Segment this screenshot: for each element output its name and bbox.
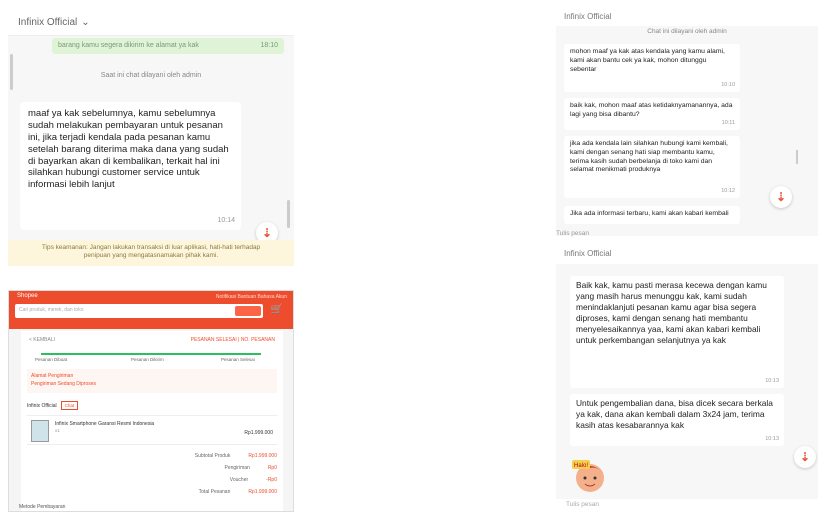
scrollbar[interactable] [796, 150, 798, 164]
top-navbar: Shopee Notifikasi Bantuan Bahasa Akun Ca… [9, 291, 293, 329]
chat-message-text: baik kak, mohon maaf atas ketidaknyamana… [570, 102, 733, 118]
summary-value: Rp1.999.000 [248, 489, 277, 495]
shop-name[interactable]: Infinix Official [27, 403, 57, 409]
back-link[interactable]: < KEMBALI [29, 337, 55, 343]
scroll-down-icon[interactable]: ⇣ [770, 186, 792, 208]
message-input[interactable]: Tulis pesan [556, 499, 818, 513]
chat-message-time: 10:13 [765, 377, 779, 384]
chat-message-text: Untuk pengembalian dana, bisa dicek seca… [576, 398, 773, 430]
order-progress-fill [41, 353, 261, 355]
chat-message: mohon maaf ya kak atas kendala yang kamu… [564, 44, 740, 92]
chat-button[interactable]: Chat [60, 401, 79, 410]
product-row[interactable]: Infinix Smartphone Garansi Resmi Indones… [27, 415, 277, 445]
chat-message-text: Jika ada informasi terbaru, kami akan ka… [570, 210, 729, 217]
payment-method-footer: Metode Pembayaran [19, 504, 66, 510]
progress-step: Pesanan Dibuat [35, 357, 68, 362]
order-progress-bar [41, 353, 261, 355]
summary-value: Rp1.999.000 [248, 453, 277, 459]
chat-message-time: 10:11 [721, 119, 735, 126]
chat-message: Baik kak, kamu pasti merasa kecewa denga… [570, 276, 784, 388]
order-card: < KEMBALI PESANAN SELESAI | NO. PESANAN … [21, 331, 283, 511]
summary-label: Subtotal Produk [194, 453, 231, 459]
product-quantity: x1 [55, 428, 60, 433]
chat-message: maaf ya kak sebelumnya, kamu sebelumnya … [20, 102, 241, 230]
address-text: Pengiriman Sedang Diproses [31, 380, 97, 387]
chat-message-time: 10:13 [765, 435, 779, 442]
chat-message-time: 10:14 [217, 217, 235, 225]
chat-message-text: mohon maaf ya kak atas kendala yang kamu… [570, 48, 725, 73]
chat-header[interactable]: Infinix Official ⌄ [8, 10, 294, 36]
chat-message: Untuk pengembalian dana, bisa dicek seca… [570, 394, 784, 446]
summary-row: Pengiriman Rp0 [225, 465, 277, 471]
shipping-address: Alamat Pengiriman Pengiriman Sedang Dipr… [27, 369, 277, 393]
address-label: Alamat Pengiriman [31, 373, 74, 379]
sticker-eye [583, 476, 587, 480]
order-status: PESANAN SELESAI | NO. PESANAN [190, 337, 275, 343]
summary-row: Subtotal Produk Rp1.999.000 [195, 453, 277, 459]
previous-message-time: 18:10 [260, 42, 278, 49]
summary-label: Pengiriman [224, 465, 250, 471]
summary-label: Total Pesanan [198, 489, 231, 495]
chat-message: Jika ada informasi terbaru, kami akan ka… [564, 206, 740, 224]
product-name[interactable]: Infinix Smartphone Garansi Resmi Indones… [55, 421, 154, 427]
chat-window-left: Infinix Official ⌄ barang kamu segera di… [8, 10, 294, 266]
system-message: Chat ini dilayani oleh admin [647, 28, 727, 35]
chat-header-title[interactable]: Infinix Official [556, 8, 818, 26]
chat-message-time: 10:12 [721, 187, 735, 194]
chat-message-time: 10:10 [721, 81, 735, 88]
search-button[interactable] [235, 306, 261, 316]
summary-row: Total Pesanan Rp1.999.000 [199, 489, 277, 495]
progress-step: Pesanan Selesai [221, 357, 255, 362]
scrollbar-right[interactable] [287, 200, 290, 228]
chat-message-text: jika ada kendala lain silahkan hubungi k… [570, 140, 728, 174]
summary-value: -Rp0 [266, 477, 277, 483]
cart-icon[interactable]: 🛒 [271, 304, 283, 315]
previous-message: barang kamu segera dikirim ke alamat ya … [52, 38, 284, 54]
product-price: Rp1.999.000 [244, 430, 273, 436]
chat-header-title[interactable]: Infinix Official [556, 244, 818, 264]
product-thumbnail[interactable] [31, 420, 49, 442]
sticker-eye [593, 476, 597, 480]
search-input[interactable]: Cari produk, merek, dan toko [15, 304, 263, 318]
summary-row: Voucher -Rp0 [230, 477, 277, 483]
system-message: Saat ini chat dilayani oleh admin [100, 72, 202, 79]
chat-window-top-right: Infinix Official Chat ini dilayani oleh … [556, 8, 818, 236]
chat-header-title: Infinix Official [18, 17, 78, 28]
shop-row: Infinix Official Chat [27, 401, 79, 410]
input-hint: Tulis pesan [556, 230, 589, 237]
chat-message: jika ada kendala lain silahkan hubungi k… [564, 136, 740, 198]
order-detail-page: Shopee Notifikasi Bantuan Bahasa Akun Ca… [8, 290, 294, 512]
chat-message-text: Baik kak, kamu pasti merasa kecewa denga… [576, 280, 767, 345]
security-warning: Tips keamanan: Jangan lakukan transaksi … [8, 240, 294, 266]
brand-label[interactable]: Shopee [17, 293, 38, 299]
sticker-label: Halo! [574, 463, 588, 469]
scroll-down-icon[interactable]: ⇣ [794, 446, 816, 468]
top-links[interactable]: Notifikasi Bantuan Bahasa Akun [216, 294, 287, 300]
summary-value: Rp0 [267, 465, 277, 471]
sticker-image[interactable]: Halo! [570, 456, 610, 494]
previous-message-text: barang kamu segera dikirim ke alamat ya … [58, 42, 199, 49]
summary-label: Voucher [229, 477, 249, 483]
chevron-down-icon[interactable]: ⌄ [81, 17, 89, 28]
chat-window-bottom-right: Infinix Official Baik kak, kamu pasti me… [556, 244, 818, 513]
chat-message: baik kak, mohon maaf atas ketidaknyamana… [564, 98, 740, 130]
chat-message-text: maaf ya kak sebelumnya, kamu sebelumnya … [28, 108, 229, 191]
progress-step: Pesanan Dikirim [131, 357, 164, 362]
